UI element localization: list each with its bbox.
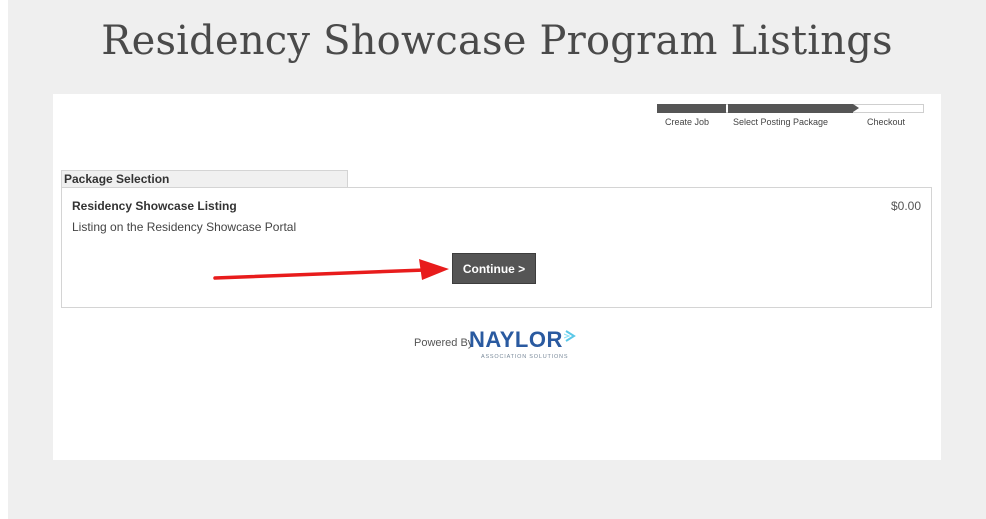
progress-step-select-package-fill [728, 104, 853, 113]
chevron-right-icon [564, 330, 576, 342]
progress-step-create-job-fill [657, 104, 726, 113]
powered-by-text: Powered By [414, 337, 474, 349]
red-arrow-icon [213, 259, 449, 280]
naylor-tagline: ASSOCIATION SOLUTIONS [481, 354, 569, 360]
package-description: Listing on the Residency Showcase Portal [72, 220, 297, 234]
progress-step-label: Select Posting Package [733, 117, 829, 127]
progress-tracker: Create Job Select Posting Package Checko… [657, 104, 924, 127]
naylor-logo: NAYLOR [469, 327, 563, 352]
package-selection-tab: Package Selection [61, 170, 348, 187]
powered-by-naylor[interactable]: Powered By NAYLOR ASSOCIATION SOLUTIONS [414, 326, 594, 366]
progress-arrow-icon [853, 104, 859, 112]
progress-bar [657, 104, 924, 113]
package-name: Residency Showcase Listing [72, 199, 237, 213]
progress-step-label: Checkout [867, 117, 906, 127]
package-price: $0.00 [890, 199, 921, 213]
continue-button[interactable]: Continue > [452, 253, 536, 284]
package-option: Residency Showcase Listing Listing on th… [61, 187, 932, 308]
content-panel: Create Job Select Posting Package Checko… [53, 94, 941, 460]
page-title: Residency Showcase Program Listings [101, 18, 893, 64]
progress-step-label: Create Job [665, 117, 710, 127]
page-background: Residency Showcase Program Listings Crea… [8, 0, 986, 519]
